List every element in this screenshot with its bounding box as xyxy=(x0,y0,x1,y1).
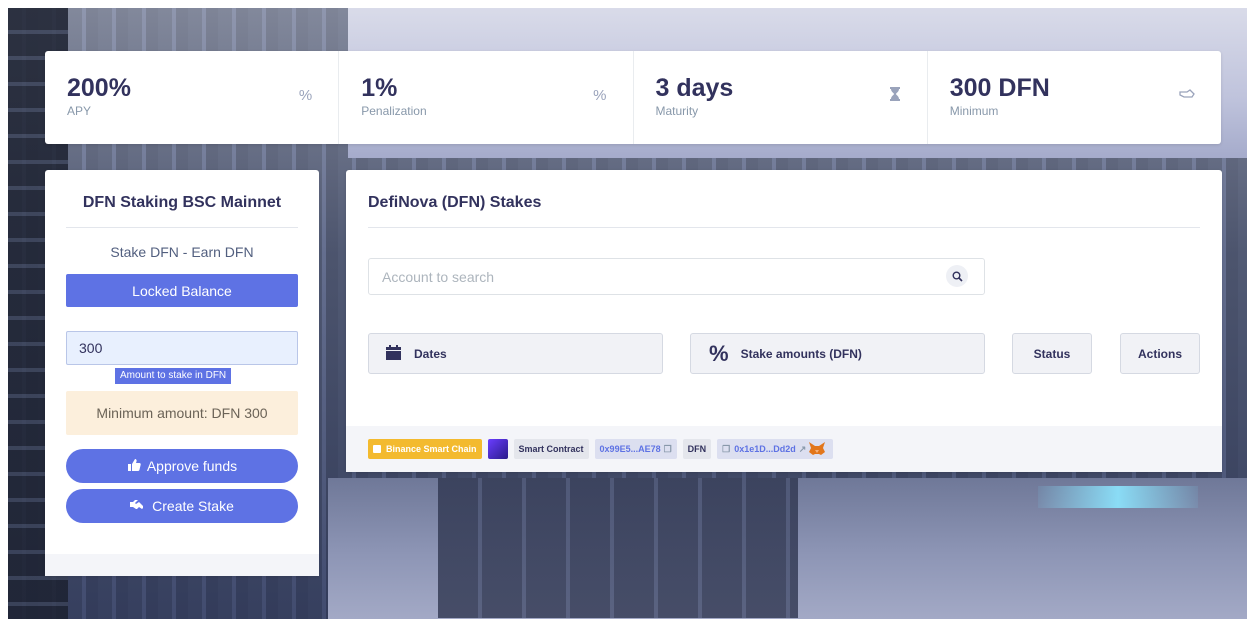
token-address: 0x1e1D...Dd2d xyxy=(734,444,796,454)
amount-hint-badge: Amount to stake in DFN xyxy=(115,368,232,384)
approve-funds-button[interactable]: Approve funds xyxy=(66,449,298,483)
metamask-icon[interactable] xyxy=(806,439,828,459)
stat-value: 3 days xyxy=(655,74,734,102)
percent-icon: % xyxy=(709,340,729,366)
stat-apy: 200% APY % xyxy=(45,51,340,144)
server-rack xyxy=(438,478,798,618)
dates-column-header[interactable]: Dates xyxy=(368,333,663,374)
search-input[interactable] xyxy=(369,259,929,294)
stats-bar: 200% APY % 1% Penalization % 3 days Matu… xyxy=(45,51,1221,144)
smart-contract-label: Smart Contract xyxy=(513,439,589,459)
stake-amounts-label: Stake amounts (DFN) xyxy=(740,346,862,361)
smart-contract-icon xyxy=(487,439,508,459)
panel-footer xyxy=(45,554,319,576)
token-label: DFN xyxy=(682,439,712,459)
account-search xyxy=(368,258,985,295)
stake-amounts-column-header[interactable]: % Stake amounts (DFN) xyxy=(690,333,985,374)
stat-minimum: 300 DFN Minimum xyxy=(928,51,1221,144)
stake-amount-input[interactable] xyxy=(66,331,298,365)
token-address-link[interactable]: ❐ 0x1e1D...Dd2d ↗ xyxy=(717,439,834,459)
thumbs-up-icon xyxy=(127,458,141,475)
status-column-header[interactable]: Status xyxy=(1012,333,1092,374)
create-stake-button[interactable]: Create Stake xyxy=(66,489,298,523)
calendar-icon xyxy=(386,344,401,363)
actions-column-header[interactable]: Actions xyxy=(1120,333,1200,374)
minimum-amount-notice: Minimum amount: DFN 300 xyxy=(66,391,298,435)
stat-penalization: 1% Penalization % xyxy=(339,51,634,144)
light-glow xyxy=(1038,486,1198,508)
external-link-icon[interactable]: ↗ xyxy=(799,444,807,455)
stat-maturity: 3 days Maturity xyxy=(634,51,928,144)
hand-coin-icon xyxy=(1179,87,1195,105)
percent-icon: % xyxy=(298,87,313,104)
copy-icon[interactable]: ❐ xyxy=(722,444,730,455)
contract-info-bar: Binance Smart Chain Smart Contract 0x99E… xyxy=(346,426,1222,472)
staking-panel: DFN Staking BSC Mainnet Stake DFN - Earn… xyxy=(45,170,319,576)
percent-icon: % xyxy=(593,87,607,104)
contract-address-link[interactable]: 0x99E5...AE78 ❐ xyxy=(594,439,677,459)
create-stake-label: Create Stake xyxy=(152,498,234,514)
network-badge: Binance Smart Chain xyxy=(368,439,482,459)
stat-label: Penalization xyxy=(361,104,427,118)
copy-icon[interactable]: ❐ xyxy=(664,444,672,455)
amount-group: Amount to stake in DFN xyxy=(66,331,298,384)
panel-subtitle: Stake DFN - Earn DFN xyxy=(110,244,254,260)
panel-title: DefiNova (DFN) Stakes xyxy=(368,194,542,211)
divider xyxy=(368,227,1200,228)
stat-label: Minimum xyxy=(949,104,999,118)
search-icon[interactable] xyxy=(946,265,968,287)
stat-value: 1% xyxy=(361,74,398,102)
hourglass-icon xyxy=(889,87,901,105)
panel-title: DFN Staking BSC Mainnet xyxy=(82,194,282,211)
contract-address: 0x99E5...AE78 xyxy=(599,444,661,454)
stat-label: Maturity xyxy=(655,104,699,118)
locked-balance-button[interactable]: Locked Balance xyxy=(66,274,298,307)
stat-label: APY xyxy=(67,104,92,118)
network-label: Binance Smart Chain xyxy=(386,444,477,454)
handshake-icon xyxy=(130,498,146,514)
bsc-icon xyxy=(373,445,381,453)
stat-value: 200% xyxy=(67,74,131,102)
approve-funds-label: Approve funds xyxy=(146,458,238,474)
divider xyxy=(66,227,298,228)
stakes-panel: DefiNova (DFN) Stakes Dates % Stake amou… xyxy=(346,170,1222,472)
dates-label: Dates xyxy=(414,346,447,361)
